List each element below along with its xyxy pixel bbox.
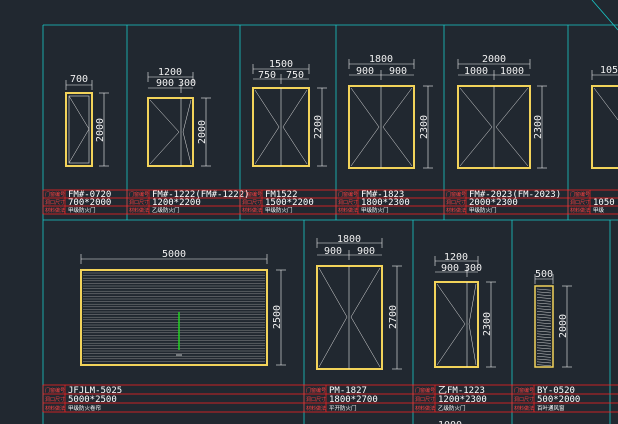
sub-dimension-b: 1000: [500, 66, 524, 77]
sub-dimension-a: 900: [324, 246, 342, 257]
item-material: 甲级: [593, 206, 605, 214]
sub-dimension-b: 900: [357, 246, 375, 257]
width-dimension: 1200: [158, 67, 182, 78]
item-material: 百叶通风窗: [537, 404, 565, 412]
table-label-size: 洞口尺寸: [415, 396, 435, 403]
height-dimension: 2500: [272, 305, 283, 329]
width-dimension: 1050: [600, 65, 618, 76]
table-label-material: 材料做法: [242, 207, 262, 214]
table-label-size: 洞口尺寸: [446, 199, 466, 206]
height-dimension: 2000: [95, 118, 106, 142]
item-size: 700*2000: [68, 198, 111, 208]
table-label-name: 门窗编号: [338, 191, 358, 198]
width-dimension: 1200: [444, 252, 468, 263]
table-label-size: 洞口尺寸: [570, 199, 590, 206]
item-material: 乙级防火门: [152, 206, 180, 214]
width-dimension: 2000: [482, 54, 506, 65]
table-label-size: 洞口尺寸: [45, 199, 65, 206]
table-label-material: 材料做法: [306, 405, 326, 412]
item-material: 甲级防火门: [361, 206, 389, 214]
table-label-name: 门窗编号: [415, 387, 435, 394]
width-dimension: 1800: [337, 234, 361, 245]
table-label-name: 门窗编号: [242, 191, 262, 198]
item-size: 1050: [593, 198, 615, 208]
item-size: 1800*2300: [361, 198, 410, 208]
height-dimension: 2000: [197, 120, 208, 144]
table-label-material: 材料做法: [45, 207, 65, 214]
item-size: 500*2000: [537, 395, 580, 405]
table-label-size: 洞口尺寸: [45, 396, 65, 403]
table-label-material: 材料做法: [129, 207, 149, 214]
sub-dimension-a: 900: [156, 78, 174, 89]
item-material: 甲级防火卷帘: [68, 404, 102, 412]
width-dimension: 500: [535, 269, 553, 280]
table-label-material: 材料做法: [446, 207, 466, 214]
item-size: 2000*2300: [469, 198, 518, 208]
item-material: 平开防火门: [329, 404, 357, 412]
height-dimension: 2300: [533, 115, 544, 139]
table-label-name: 门窗编号: [514, 387, 534, 394]
table-label-name: 门窗编号: [129, 191, 149, 198]
table-label-size: 洞口尺寸: [338, 199, 358, 206]
sub-dimension-a: 900: [441, 263, 459, 274]
sub-dimension-b: 300: [178, 78, 196, 89]
sub-dimension-a: 900: [356, 66, 374, 77]
table-label-name: 门窗编号: [446, 191, 466, 198]
item-material: 甲级防火门: [469, 206, 497, 214]
table-label-material: 材料做法: [514, 405, 534, 412]
table-label-material: 材料做法: [338, 207, 358, 214]
table-label-size: 洞口尺寸: [514, 396, 534, 403]
table-label-size: 洞口尺寸: [242, 199, 262, 206]
height-dimension: 2000: [558, 314, 569, 338]
table-label-material: 材料做法: [415, 405, 435, 412]
table-label-size: 洞口尺寸: [129, 199, 149, 206]
width-dimension: 1500: [269, 59, 293, 70]
cad-drawing-canvas[interactable]: 700 2000 1200 900 300 2000 1500 750 750 …: [0, 0, 618, 424]
sub-dimension-b: 300: [464, 263, 482, 274]
sub-dimension-b: 750: [286, 70, 304, 81]
height-dimension: 2300: [419, 115, 430, 139]
table-label-size: 洞口尺寸: [306, 396, 326, 403]
height-dimension: 2200: [313, 115, 324, 139]
sub-dimension-a: 750: [258, 70, 276, 81]
item-material: 甲级防火门: [68, 206, 96, 214]
table-label-material: 材料做法: [570, 207, 590, 214]
sub-dimension-a: 1000: [464, 66, 488, 77]
width-dimension: 5000: [162, 249, 186, 260]
item-size: 1800*2700: [329, 395, 378, 405]
height-dimension: 2700: [388, 305, 399, 329]
item-size: 5000*2500: [68, 395, 117, 405]
table-label-name: 门窗编号: [45, 387, 65, 394]
item-size: 1200*2200: [152, 198, 201, 208]
table-label-material: 材料做法: [45, 405, 65, 412]
item-material: 乙级防火门: [438, 404, 466, 412]
table-label-name: 门窗编号: [570, 191, 590, 198]
height-dimension: 2300: [482, 312, 493, 336]
sub-dimension-b: 900: [389, 66, 407, 77]
table-label-name: 门窗编号: [306, 387, 326, 394]
item-size: 1200*2300: [438, 395, 487, 405]
partial-bottom-dimension: 1000: [438, 420, 462, 424]
item-size: 1500*2200: [265, 198, 314, 208]
table-label-name: 门窗编号: [45, 191, 65, 198]
width-dimension: 700: [70, 74, 88, 85]
width-dimension: 1800: [369, 54, 393, 65]
item-material: 甲级防火门: [265, 206, 293, 214]
